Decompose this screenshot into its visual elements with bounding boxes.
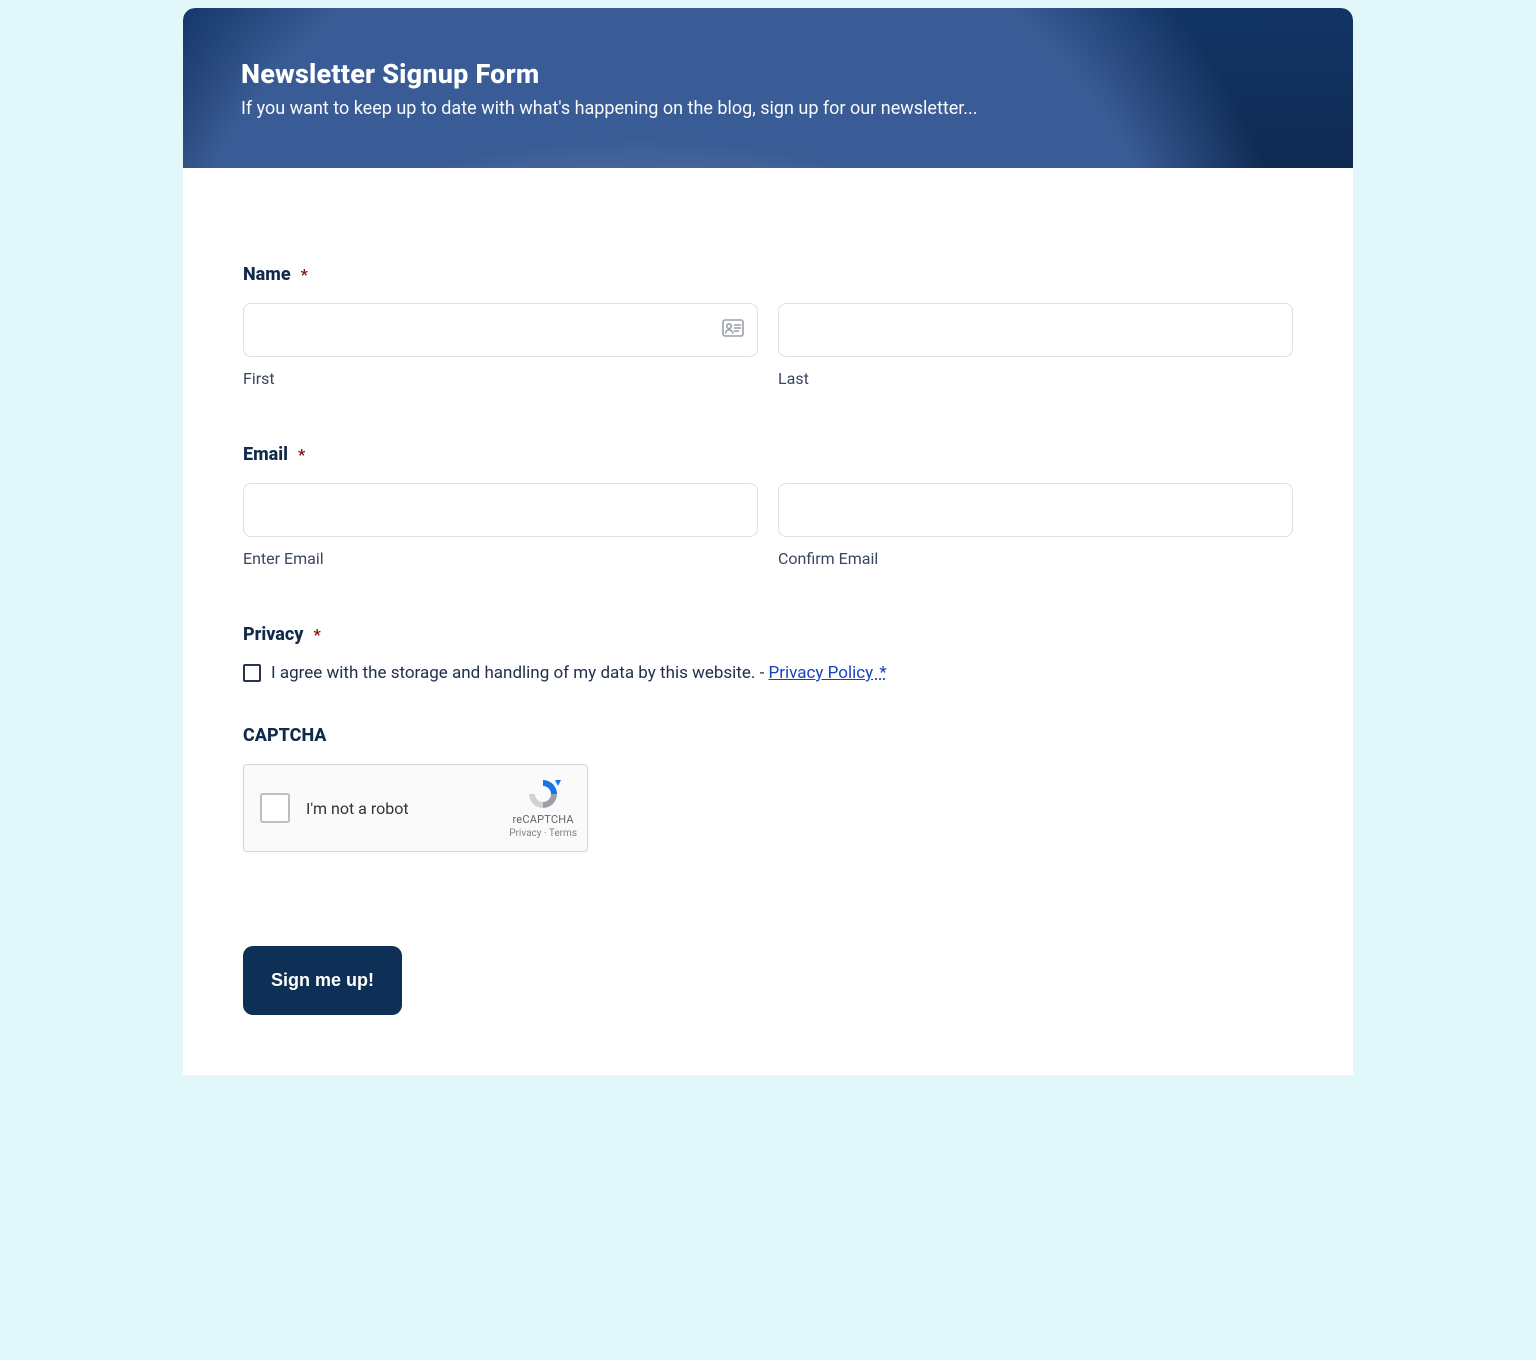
- form-content: Name *: [183, 168, 1353, 1075]
- page-title: Newsletter Signup Form: [241, 58, 1295, 90]
- email-label: Email: [243, 444, 288, 465]
- email-col: Enter Email: [243, 483, 758, 568]
- name-group: Name *: [243, 264, 1293, 388]
- page: Newsletter Signup Form If you want to ke…: [183, 8, 1353, 1075]
- email-input[interactable]: [243, 483, 758, 537]
- first-name-sublabel: First: [243, 369, 758, 388]
- last-name-input[interactable]: [778, 303, 1293, 357]
- email-wrap: [243, 483, 758, 537]
- page-subtitle: If you want to keep up to date with what…: [241, 98, 1295, 119]
- email-group: Email * Enter Email Confirm Email: [243, 444, 1293, 568]
- captcha-group: CAPTCHA I'm not a robot reC: [243, 725, 1293, 852]
- confirm-email-input[interactable]: [778, 483, 1293, 537]
- email-label-row: Email *: [243, 444, 1293, 465]
- name-label-row: Name *: [243, 264, 1293, 285]
- name-label: Name: [243, 264, 291, 285]
- privacy-row: I agree with the storage and handling of…: [243, 663, 1293, 683]
- confirm-email-sublabel: Confirm Email: [778, 549, 1293, 568]
- recaptcha-widget: I'm not a robot reCAPTCHA Privacy · Term…: [243, 764, 588, 852]
- privacy-policy-link[interactable]: Privacy Policy: [769, 663, 874, 683]
- privacy-policy-star: *: [875, 663, 887, 683]
- name-inputs: First Last: [243, 303, 1293, 388]
- privacy-group: Privacy * I agree with the storage and h…: [243, 624, 1293, 683]
- recaptcha-left: I'm not a robot: [260, 793, 409, 823]
- required-mark: *: [313, 625, 320, 644]
- confirm-email-col: Confirm Email: [778, 483, 1293, 568]
- privacy-label-row: Privacy *: [243, 624, 1293, 645]
- privacy-label: Privacy: [243, 624, 303, 645]
- last-name-wrap: [778, 303, 1293, 357]
- captcha-label: CAPTCHA: [243, 725, 1293, 746]
- privacy-agree-text: I agree with the storage and handling of…: [271, 663, 769, 683]
- recaptcha-links[interactable]: Privacy · Terms: [509, 828, 577, 839]
- first-name-input[interactable]: [243, 303, 758, 357]
- privacy-checkbox[interactable]: [243, 664, 261, 682]
- first-name-wrap: [243, 303, 758, 357]
- email-inputs: Enter Email Confirm Email: [243, 483, 1293, 568]
- recaptcha-brand: reCAPTCHA: [512, 813, 573, 826]
- last-name-sublabel: Last: [778, 369, 1293, 388]
- required-mark: *: [301, 265, 308, 284]
- confirm-email-wrap: [778, 483, 1293, 537]
- hero: Newsletter Signup Form If you want to ke…: [183, 8, 1353, 168]
- last-name-col: Last: [778, 303, 1293, 388]
- recaptcha-label: I'm not a robot: [306, 799, 409, 818]
- first-name-col: First: [243, 303, 758, 388]
- privacy-text: I agree with the storage and handling of…: [271, 663, 887, 683]
- recaptcha-logo-icon: [525, 777, 561, 811]
- recaptcha-checkbox[interactable]: [260, 793, 290, 823]
- required-mark: *: [298, 445, 305, 464]
- recaptcha-right: reCAPTCHA Privacy · Terms: [509, 777, 577, 839]
- id-card-icon: [722, 319, 744, 341]
- email-sublabel: Enter Email: [243, 549, 758, 568]
- submit-button[interactable]: Sign me up!: [243, 946, 402, 1015]
